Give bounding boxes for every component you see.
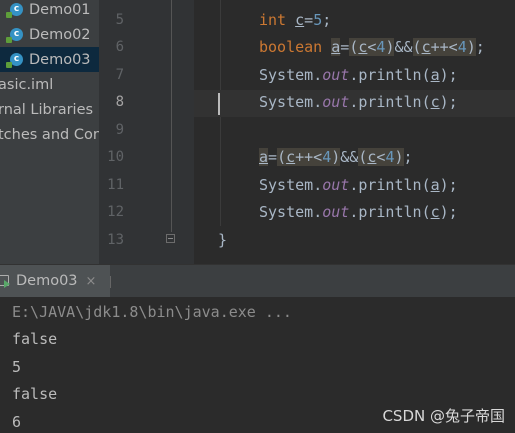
tree-item-external-libraries[interactable]: rnal Libraries (0, 97, 97, 122)
line-number: 11 (107, 177, 124, 193)
close-icon[interactable]: × (86, 274, 97, 289)
console-output-line: false (12, 330, 58, 348)
project-tree: c Demo01 c Demo02 c Demo03 asic.iml rnal… (0, 0, 99, 264)
code-line-10: a=(c++<4)&&(c<4); (259, 148, 413, 166)
line-number: 6 (115, 39, 124, 55)
console-output-line: false (12, 385, 58, 403)
tab-separator (110, 276, 115, 288)
line-number-current: 8 (115, 94, 124, 110)
tree-item-demo02[interactable]: c Demo02 (0, 22, 99, 47)
tree-item-label: Demo02 (29, 26, 91, 43)
run-tab-label: Demo03 (16, 273, 78, 289)
tree-item-label: Demo03 (29, 51, 91, 68)
tree-item-scratches[interactable]: tches and Con (0, 122, 99, 147)
watermark: CSDN @兔子帝国 (382, 407, 505, 425)
tree-item-label: Demo01 (29, 1, 91, 18)
console-command-line: E:\JAVA\jdk1.8\bin\java.exe ... (12, 303, 292, 321)
line-number: 5 (115, 12, 124, 28)
line-number: 9 (115, 122, 124, 138)
code-editor[interactable]: int c=5; boolean a=(c<4)&&(c++<4); Syste… (194, 0, 515, 264)
run-console[interactable]: E:\JAVA\jdk1.8\bin\java.exe ... false 5 … (0, 297, 515, 433)
tree-item-label: rnal Libraries (0, 101, 94, 118)
code-line-11: System.out.println(a); (259, 176, 458, 194)
run-config-icon (0, 274, 10, 288)
editor-gutter: 5 6 7 8 9 10 11 12 13 (99, 0, 194, 264)
line-number: 13 (107, 232, 124, 248)
java-class-icon: c (6, 53, 23, 68)
java-class-icon: c (6, 28, 23, 43)
code-line-5: int c=5; (259, 11, 332, 29)
line-number: 10 (107, 149, 124, 165)
fold-guide (171, 0, 172, 232)
line-number: 7 (115, 67, 124, 83)
tree-item-demo03[interactable]: c Demo03 (0, 47, 99, 72)
fold-toggle-icon[interactable] (166, 234, 175, 243)
code-line-8: System.out.println(c); (259, 93, 458, 111)
code-line-7: System.out.println(a); (259, 66, 458, 84)
java-class-icon: c (6, 3, 23, 18)
tree-item-label: asic.iml (0, 76, 54, 93)
text-caret (218, 93, 220, 115)
code-line-6: boolean a=(c<4)&&(c++<4); (259, 38, 485, 56)
tree-item-demo01[interactable]: c Demo01 (0, 0, 99, 22)
console-output-line: 5 (12, 358, 22, 376)
tree-item-label: tches and Con (0, 126, 99, 143)
console-output-line: 6 (12, 413, 22, 431)
run-tab-demo03[interactable]: Demo03 × (0, 265, 110, 297)
run-tool-window-header: Demo03 × (0, 264, 515, 297)
line-number: 12 (107, 204, 124, 220)
code-line-13: } (218, 231, 228, 249)
tree-item-iml[interactable]: asic.iml (0, 72, 97, 97)
code-line-12: System.out.println(c); (259, 203, 458, 221)
